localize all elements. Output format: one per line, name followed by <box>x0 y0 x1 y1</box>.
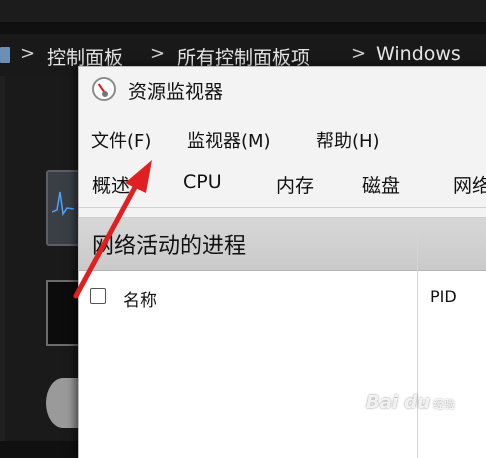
panel-header[interactable]: 网络活动的进程 <box>79 218 486 271</box>
disk-item-icon[interactable] <box>46 378 80 428</box>
resource-monitor-icon <box>92 77 116 101</box>
tab-bar: 概述 CPU 内存 磁盘 网络 <box>79 163 486 208</box>
breadcrumb-windows[interactable]: Windows <box>376 43 461 65</box>
window-title: 资源监视器 <box>128 81 224 103</box>
menu-bar: 文件(F) 监视器(M) 帮助(H) <box>79 119 486 155</box>
column-header-row: 名称 PID <box>79 270 486 326</box>
console-item-icon[interactable] <box>46 280 82 346</box>
performance-item-icon[interactable] <box>46 170 82 246</box>
tab-disk[interactable]: 磁盘 <box>362 171 400 198</box>
watermark-brand: Bai du <box>366 392 431 413</box>
tab-memory[interactable]: 内存 <box>276 171 314 198</box>
tab-network[interactable]: 网络 <box>453 171 486 198</box>
explorer-titlebar <box>0 0 486 22</box>
baidu-watermark: Bai du 经验 <box>366 392 455 413</box>
column-divider[interactable] <box>417 228 418 458</box>
menu-help[interactable]: 帮助(H) <box>316 125 380 155</box>
panel-title: 网络活动的进程 <box>92 234 247 259</box>
network-processes-panel: 网络活动的进程 名称 PID <box>79 217 486 458</box>
select-all-checkbox[interactable] <box>90 288 106 304</box>
window-titlebar[interactable]: 资源监视器 <box>79 67 486 113</box>
tab-cpu[interactable]: CPU <box>183 171 222 193</box>
watermark-sub: 经验 <box>433 398 456 411</box>
tab-overview[interactable]: 概述 <box>92 171 130 198</box>
menu-file[interactable]: 文件(F) <box>91 125 151 155</box>
column-header-name[interactable]: 名称 <box>123 286 157 311</box>
breadcrumb-separator: > <box>20 43 36 64</box>
folder-icon <box>0 47 10 63</box>
breadcrumb-separator: > <box>150 43 166 64</box>
column-header-pid[interactable]: PID <box>430 287 457 306</box>
menu-monitor[interactable]: 监视器(M) <box>187 125 271 155</box>
breadcrumb-separator: > <box>351 43 367 64</box>
